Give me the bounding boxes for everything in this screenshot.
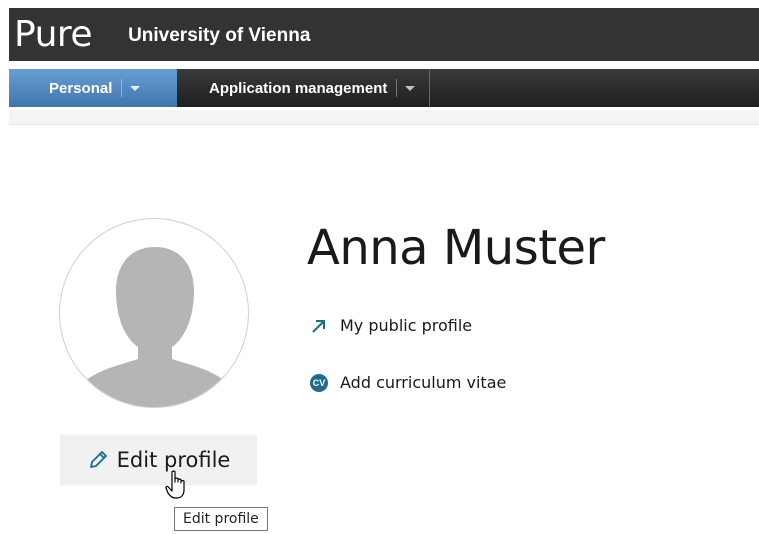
avatar — [59, 218, 249, 408]
chevron-down-icon[interactable] — [405, 85, 416, 91]
sub-toolbar — [9, 110, 759, 125]
cv-icon: CV — [310, 373, 328, 392]
public-profile-link[interactable]: My public profile — [310, 316, 472, 335]
person-silhouette-icon — [78, 247, 232, 407]
top-header: Pure University of Vienna — [9, 8, 759, 61]
edit-profile-button[interactable]: Edit profile — [60, 435, 257, 485]
public-profile-label: My public profile — [340, 316, 473, 335]
tab-divider — [121, 79, 123, 97]
add-cv-link[interactable]: CV Add curriculum vitae — [310, 373, 506, 392]
tab-personal[interactable]: Personal — [9, 69, 177, 107]
pencil-icon — [89, 451, 107, 468]
tab-application-management[interactable]: Application management — [177, 69, 431, 107]
organization-name: University of Vienna — [128, 24, 311, 46]
profile-name: Anna Muster — [307, 220, 605, 276]
edit-profile-tooltip: Edit profile — [174, 507, 268, 531]
main-nav: Personal Application management — [9, 69, 759, 107]
app-logo[interactable]: Pure — [14, 16, 93, 53]
external-link-arrow-icon — [312, 319, 325, 333]
tab-divider — [396, 79, 398, 97]
add-cv-label: Add curriculum vitae — [340, 373, 507, 392]
hand-cursor-icon — [165, 470, 185, 499]
tab-personal-label: Personal — [49, 79, 113, 97]
edit-profile-label: Edit profile — [116, 448, 231, 472]
chevron-down-icon[interactable] — [130, 85, 141, 91]
tab-application-management-label: Application management — [209, 79, 388, 97]
